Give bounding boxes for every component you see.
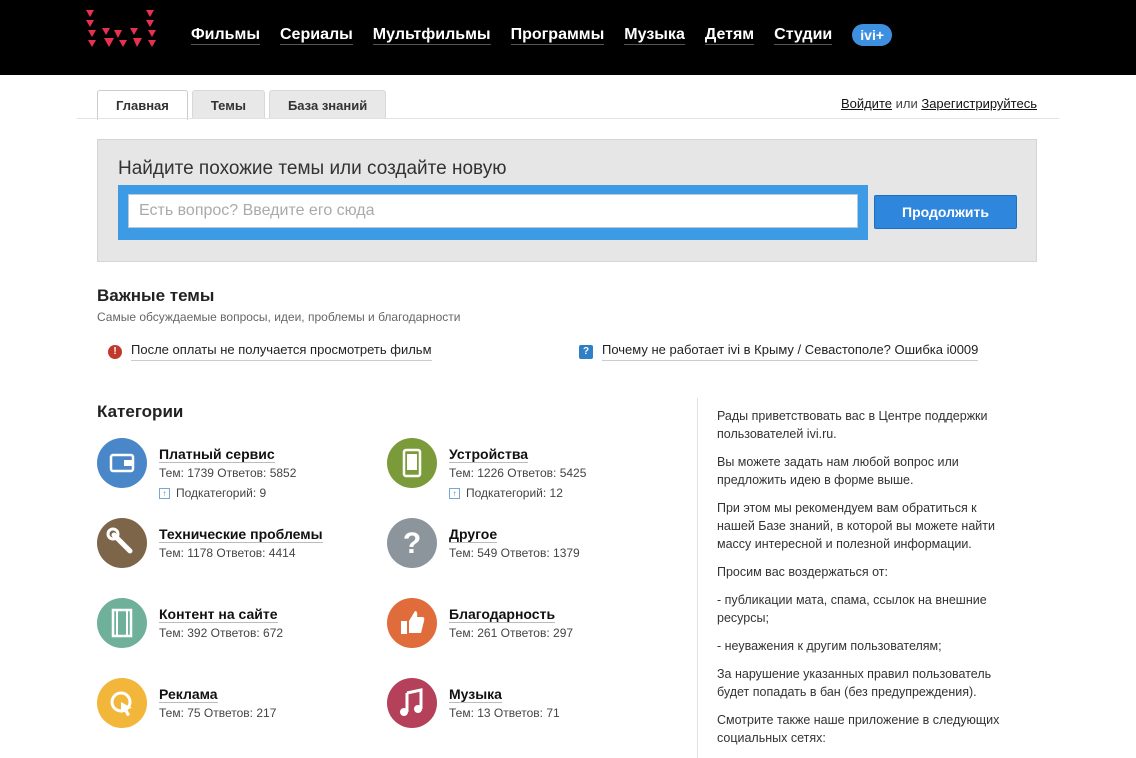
sidebar-paragraph: Просим вас воздержаться от: (717, 565, 888, 579)
important-topic-1-label: После оплаты не получается просмотреть ф… (131, 342, 432, 361)
category-other[interactable]: ? Другое Тем: 549 Ответов: 1379 (387, 518, 667, 588)
welcome-sidebar: Рады приветствовать вас в Центре поддерж… (717, 407, 1017, 757)
category-name[interactable]: Музыка (449, 686, 502, 703)
subcategory-label: Подкатегорий: 9 (176, 486, 267, 500)
auth-or-text: или (892, 96, 922, 111)
alert-icon: ! (108, 344, 122, 359)
tab-main[interactable]: Главная (97, 90, 188, 120)
sidebar-paragraph: Смотрите также наше приложение в следующ… (717, 713, 1000, 745)
sidebar-divider (697, 398, 698, 758)
category-stats: Тем: 75 Ответов: 217 (159, 706, 277, 720)
important-topic-1[interactable]: ! После оплаты не получается просмотреть… (108, 342, 432, 361)
tab-bar: Главная Темы База знаний (97, 90, 390, 120)
category-name[interactable]: Устройства (449, 446, 529, 463)
category-stats: Тем: 261 Ответов: 297 (449, 626, 574, 640)
tabs-divider (77, 118, 1059, 119)
login-link[interactable]: Войдите (841, 96, 892, 111)
thumbs-up-icon (387, 598, 437, 648)
nav-music[interactable]: Музыка (624, 26, 685, 45)
category-name[interactable]: Платный сервис (159, 446, 275, 463)
auth-links: Войдите или Зарегистрируйтесь (841, 96, 1037, 111)
category-name[interactable]: Другое (449, 526, 498, 543)
sidebar-paragraph: За нарушение указанных правил пользовате… (717, 667, 992, 699)
category-stats: Тем: 549 Ответов: 1379 (449, 546, 580, 560)
subcategory-up-icon: ↑ (449, 487, 460, 499)
sidebar-paragraph: - публикации мата, спама, ссылок на внеш… (717, 593, 987, 625)
category-devices[interactable]: Устройства Тем: 1226 Ответов: 5425 ↑ Подк… (387, 438, 667, 508)
category-gratitude[interactable]: Благодарность Тем: 261 Ответов: 297 (387, 598, 667, 668)
top-bar: Фильмы Сериалы Мультфильмы Программы Муз… (0, 0, 1136, 75)
ivi-logo-icon[interactable] (86, 10, 166, 50)
category-stats: Тем: 1226 Ответов: 5425 (449, 466, 587, 480)
category-name[interactable]: Реклама (159, 686, 218, 703)
subcategory-label: Подкатегорий: 12 (466, 486, 563, 500)
cursor-icon (97, 678, 147, 728)
continue-button[interactable]: Продолжить (874, 195, 1017, 229)
sidebar-paragraph: - неуважения к другим пользователям; (717, 639, 942, 653)
important-topics-subtitle: Самые обсуждаемые вопросы, идеи, проблем… (97, 310, 461, 324)
subcategory-up-icon: ↑ (159, 487, 170, 499)
wrench-icon (97, 518, 147, 568)
main-nav: Фильмы Сериалы Мультфильмы Программы Муз… (191, 24, 912, 46)
search-title: Найдите похожие темы или создайте новую (118, 158, 507, 179)
category-paid-service[interactable]: Платный сервис Тем: 1739 Ответов: 5852 ↑… (97, 438, 377, 508)
category-stats: Тем: 392 Ответов: 672 (159, 626, 284, 640)
category-stats: Тем: 1178 Ответов: 4414 (159, 546, 296, 560)
search-input-wrap (118, 185, 868, 240)
sidebar-paragraph: Вы можете задать нам любой вопрос или пр… (717, 455, 959, 487)
category-advertising[interactable]: Реклама Тем: 75 Ответов: 217 (97, 678, 377, 748)
important-topic-2-label: Почему не работает ivi в Крыму / Севасто… (602, 342, 979, 361)
question-mark-icon: ? (387, 518, 437, 568)
category-subcategories[interactable]: ↑ Подкатегорий: 12 (449, 486, 563, 500)
register-link[interactable]: Зарегистрируйтесь (921, 96, 1037, 111)
important-topics-title: Важные темы (97, 286, 215, 305)
nav-programs[interactable]: Программы (510, 26, 605, 45)
question-icon: ? (579, 344, 593, 359)
category-name[interactable]: Технические проблемы (159, 526, 323, 543)
category-subcategories[interactable]: ↑ Подкатегорий: 9 (159, 486, 266, 500)
sidebar-paragraph: При этом мы рекомендуем вам обратиться к… (717, 501, 995, 551)
search-input[interactable] (128, 194, 858, 228)
category-stats: Тем: 1739 Ответов: 5852 (159, 466, 297, 480)
nav-kids[interactable]: Детям (704, 26, 755, 45)
tab-topics[interactable]: Темы (191, 90, 265, 119)
svg-text:?: ? (403, 527, 421, 560)
category-music[interactable]: Музыка Тем: 13 Ответов: 71 (387, 678, 667, 748)
nav-series[interactable]: Сериалы (280, 26, 353, 45)
film-icon (97, 598, 147, 648)
category-name[interactable]: Благодарность (449, 606, 556, 623)
category-name[interactable]: Контент на сайте (159, 606, 278, 623)
nav-cartoons[interactable]: Мультфильмы (372, 26, 491, 45)
search-panel: Найдите похожие темы или создайте новую … (97, 139, 1037, 262)
important-topic-2[interactable]: ? Почему не работает ivi в Крыму / Севас… (579, 342, 986, 361)
music-note-icon (387, 678, 437, 728)
wallet-icon (97, 438, 147, 488)
tab-knowledge-base[interactable]: База знаний (268, 90, 387, 119)
nav-ivi-plus[interactable]: ivi+ (852, 24, 893, 46)
categories-title: Категории (97, 402, 184, 421)
nav-films[interactable]: Фильмы (191, 26, 260, 45)
category-site-content[interactable]: Контент на сайте Тем: 392 Ответов: 672 (97, 598, 377, 668)
phone-icon (387, 438, 437, 488)
sidebar-paragraph: Рады приветствовать вас в Центре поддерж… (717, 409, 988, 441)
nav-studios[interactable]: Студии (774, 26, 833, 45)
category-stats: Тем: 13 Ответов: 71 (449, 706, 560, 720)
category-technical-problems[interactable]: Технические проблемы Тем: 1178 Ответов: … (97, 518, 377, 588)
